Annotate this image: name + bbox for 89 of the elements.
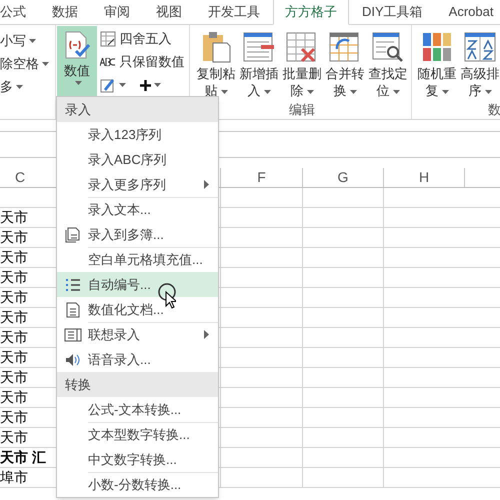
table-cell-text: 天市 bbox=[0, 328, 28, 347]
caret-icon bbox=[119, 83, 126, 87]
table-merge-icon bbox=[329, 31, 361, 63]
list-panel-icon bbox=[64, 328, 82, 342]
menu-item[interactable]: 录入更多序列 bbox=[57, 172, 218, 197]
round-button[interactable]: 四舍五入 bbox=[100, 29, 189, 49]
menu-item[interactable]: 空白单元格填充值... bbox=[57, 247, 218, 272]
ribbon-large-button[interactable]: 随机重复 bbox=[417, 31, 457, 99]
caret-icon bbox=[75, 80, 82, 84]
table-cell-text: 天市 bbox=[0, 408, 28, 427]
numbered-list-icon bbox=[64, 276, 80, 292]
caret-icon bbox=[392, 90, 400, 94]
table-percent-icon bbox=[100, 31, 116, 47]
menu-section-header: 转换 bbox=[57, 372, 218, 397]
ribbon-tab[interactable]: 视图 bbox=[143, 0, 195, 24]
caret-icon bbox=[16, 84, 23, 88]
menu-section-header: 录入 bbox=[57, 97, 218, 122]
plus-icon bbox=[140, 80, 152, 90]
menu-item[interactable]: 小数-分数转换... bbox=[57, 472, 218, 497]
ribbon-tab[interactable]: 方方格子 bbox=[273, 0, 349, 25]
color-grid-icon bbox=[422, 31, 452, 63]
ribbon-tab[interactable]: 审阅 bbox=[91, 0, 143, 24]
menu-item[interactable]: 录入文本... bbox=[57, 197, 218, 222]
table-cell-text: 天市 bbox=[0, 388, 28, 407]
ribbon-menu-button[interactable]: 多 bbox=[0, 77, 55, 96]
ribbon-menu-button[interactable]: 除空格 bbox=[0, 54, 55, 73]
table-cell-text: 天市 汇 bbox=[0, 448, 46, 467]
table-cell-text: 天市 bbox=[0, 268, 28, 287]
abc-icon bbox=[100, 58, 116, 66]
table-insert-icon bbox=[243, 31, 275, 63]
ribbon-large-button[interactable]: 查找定位 bbox=[368, 31, 408, 99]
ribbon-menu-button[interactable]: 小写 bbox=[0, 31, 55, 50]
column-header[interactable]: G bbox=[338, 167, 348, 188]
caret-icon bbox=[154, 83, 162, 87]
caret-icon bbox=[306, 90, 314, 94]
menu-item[interactable]: 文本型数字转换... bbox=[57, 422, 218, 447]
menu-item[interactable]: 联想录入 bbox=[57, 322, 218, 347]
ribbon-large-button[interactable]: 新增插入 bbox=[239, 31, 279, 99]
table-cell-text: 天市 bbox=[0, 248, 28, 267]
menu-item[interactable]: 录入ABC序列 bbox=[57, 147, 218, 172]
table-cell-text: 天市 bbox=[0, 348, 28, 367]
column-header[interactable]: C bbox=[14, 167, 26, 188]
copy-pages-icon bbox=[64, 226, 80, 242]
caret-icon bbox=[484, 90, 492, 94]
caret-icon bbox=[29, 38, 36, 42]
menu-item[interactable]: 自动编号... bbox=[57, 272, 218, 297]
caret-icon bbox=[220, 90, 228, 94]
menu-item[interactable]: 录入到多簿... bbox=[57, 222, 218, 247]
table-cell-text: 天市 bbox=[0, 288, 28, 307]
cursor-icon bbox=[156, 283, 176, 309]
table-cell-text: 天市 bbox=[0, 228, 28, 247]
ribbon-tab[interactable]: 开发工具 bbox=[195, 0, 273, 24]
table-delete-icon bbox=[286, 31, 318, 63]
menu-item[interactable]: 公式-文本转换... bbox=[57, 397, 218, 422]
ribbon-tab[interactable]: DIY工具箱 bbox=[349, 0, 436, 24]
table-cell-text: 埠市 bbox=[0, 468, 28, 487]
speaker-icon bbox=[64, 352, 80, 366]
column-header[interactable]: F bbox=[257, 167, 266, 188]
edit-table-icon bbox=[100, 77, 116, 93]
menu-item[interactable]: 语音录入... bbox=[57, 347, 218, 372]
edit-table-button[interactable] bbox=[100, 77, 126, 93]
ribbon-tab[interactable]: Acrobat bbox=[436, 0, 500, 24]
table-cell-text: 天市 bbox=[0, 428, 28, 447]
table-cell-text: 天市 bbox=[0, 368, 28, 387]
value-check-icon bbox=[63, 31, 92, 59]
ribbon-large-button[interactable]: 批量删除 bbox=[282, 31, 322, 99]
caret-icon bbox=[350, 90, 356, 94]
menu-item[interactable]: 中文数字转换... bbox=[57, 447, 218, 472]
ribbon-tab[interactable]: 数据 bbox=[39, 0, 91, 24]
table-cell-text: 天市 bbox=[0, 308, 28, 327]
ribbon-large-button[interactable]: 复制粘贴 bbox=[196, 31, 236, 99]
value-button[interactable]: 数值 bbox=[56, 26, 98, 98]
document-icon bbox=[66, 302, 80, 318]
menu-item[interactable]: 录入123序列 bbox=[57, 122, 218, 147]
add-button[interactable] bbox=[140, 80, 162, 90]
menu-item[interactable]: 数值化文档... bbox=[57, 297, 218, 322]
caret-icon bbox=[442, 90, 448, 94]
group-label: 编辑 bbox=[289, 101, 315, 119]
ribbon-tab[interactable]: 公式 bbox=[0, 0, 39, 24]
sort-az-icon bbox=[464, 31, 496, 63]
ribbon-large-button[interactable]: 合并转换 bbox=[325, 31, 365, 99]
ribbon-large-button[interactable]: 高级排序 bbox=[460, 31, 500, 99]
search-table-icon bbox=[372, 31, 404, 63]
clipboard-icon bbox=[201, 31, 231, 63]
keep-values-button[interactable]: 只保留数值 bbox=[100, 52, 189, 72]
caret-icon bbox=[264, 90, 270, 94]
table-cell-text: 天市 bbox=[0, 208, 28, 227]
column-header[interactable]: H bbox=[418, 167, 430, 188]
caret-icon bbox=[42, 62, 49, 66]
